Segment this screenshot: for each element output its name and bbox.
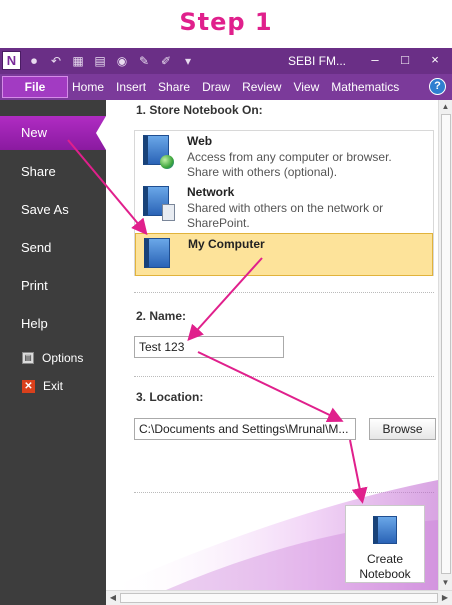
options-label: Options <box>42 351 84 365</box>
browse-button[interactable]: Browse <box>369 418 436 440</box>
tab-mathematics[interactable]: Mathematics <box>331 80 399 94</box>
sidebar-item-print[interactable]: Print <box>0 269 106 303</box>
qat-customize-icon[interactable]: ▾ <box>180 53 196 69</box>
sidebar-item-exit[interactable]: ✕ Exit <box>22 379 63 393</box>
ribbon-tab-bar: File Home Insert Share Draw Review View … <box>0 74 452 100</box>
store-location-list: Web Access from any computer or browser.… <box>134 130 434 276</box>
window-controls: – □ × <box>362 51 448 69</box>
sidebar-item-send[interactable]: Send <box>0 231 106 265</box>
step-title: Step 1 <box>179 8 273 36</box>
minimize-button[interactable]: – <box>362 51 388 69</box>
scroll-down-icon[interactable]: ▼ <box>439 576 452 590</box>
help-icon[interactable]: ? <box>429 78 446 95</box>
onenote-app-icon[interactable]: N <box>2 51 21 70</box>
create-label-line2: Notebook <box>359 567 411 581</box>
qat-undo-icon[interactable]: ↶ <box>48 53 64 69</box>
ribbon-tabs: Home Insert Share Draw Review View Mathe… <box>66 80 405 94</box>
store-option-name: Web <box>187 134 213 148</box>
store-option-network[interactable]: Network Shared with others on the networ… <box>135 182 433 232</box>
notebook-location-input[interactable] <box>134 418 356 440</box>
store-option-description: Access from any computer or browser. Sha… <box>187 150 392 179</box>
tab-draw[interactable]: Draw <box>202 80 230 94</box>
sidebar-item-options[interactable]: ▤ Options <box>22 351 83 365</box>
store-option-web[interactable]: Web Access from any computer or browser.… <box>135 131 433 181</box>
create-notebook-button[interactable]: Create Notebook <box>345 505 425 583</box>
exit-label: Exit <box>43 379 64 393</box>
close-button[interactable]: × <box>422 51 448 69</box>
options-icon: ▤ <box>22 352 34 364</box>
tab-home[interactable]: Home <box>72 80 104 94</box>
horizontal-scrollbar[interactable]: ◀ ▶ <box>106 590 452 605</box>
horizontal-scroll-thumb[interactable] <box>120 593 438 603</box>
section-divider <box>134 376 434 377</box>
backstage-sidebar: New Share Save As Send Print Help ▤ Opti… <box>0 100 106 605</box>
vertical-scrollbar[interactable]: ▲ ▼ <box>438 100 452 590</box>
name-section-title: 2. Name: <box>136 309 187 323</box>
window-title: SEBI FM... <box>288 54 347 68</box>
section-divider <box>134 292 434 293</box>
store-option-name: Network <box>187 185 235 199</box>
create-label-line1: Create <box>366 552 404 566</box>
qat-globe-icon[interactable]: ◉ <box>114 53 130 69</box>
notebook-name-input[interactable] <box>134 336 284 358</box>
scroll-left-icon[interactable]: ◀ <box>106 591 120 605</box>
tab-file[interactable]: File <box>2 76 68 98</box>
scroll-up-icon[interactable]: ▲ <box>439 100 452 114</box>
exit-icon: ✕ <box>22 379 35 393</box>
sidebar-item-share[interactable]: Share <box>0 155 106 189</box>
store-section-title: 1. Store Notebook On: <box>136 103 263 117</box>
quick-access-toolbar: ⏺ ↶ ▦ ▤ ◉ ✎ ✐ ▾ <box>26 53 196 69</box>
tab-review[interactable]: Review <box>242 80 281 94</box>
sidebar-item-new[interactable]: New <box>0 116 106 150</box>
globe-notebook-icon <box>143 135 174 169</box>
create-notebook-label: Create Notebook <box>346 552 424 582</box>
maximize-button[interactable]: □ <box>392 51 418 69</box>
location-section-title: 3. Location: <box>136 390 204 404</box>
sidebar-item-save-as[interactable]: Save As <box>0 193 106 227</box>
qat-pen-icon[interactable]: ✎ <box>136 53 152 69</box>
store-option-my-computer[interactable]: My Computer <box>135 233 433 276</box>
store-option-name: My Computer <box>188 237 265 251</box>
scroll-right-icon[interactable]: ▶ <box>438 591 452 605</box>
store-option-description: Shared with others on the network or Sha… <box>187 201 384 230</box>
tab-view[interactable]: View <box>293 80 319 94</box>
sidebar-item-help[interactable]: Help <box>0 307 106 341</box>
qat-brush-icon[interactable]: ✐ <box>158 53 174 69</box>
qat-grid-icon[interactable]: ▤ <box>92 53 108 69</box>
tab-insert[interactable]: Insert <box>116 80 146 94</box>
tab-share[interactable]: Share <box>158 80 190 94</box>
step-banner: Step 1 <box>0 0 452 48</box>
qat-page-icon[interactable]: ▦ <box>70 53 86 69</box>
notebook-icon <box>144 238 170 268</box>
vertical-scroll-thumb[interactable] <box>441 114 451 574</box>
title-bar: N ⏺ ↶ ▦ ▤ ◉ ✎ ✐ ▾ SEBI FM... – □ × <box>0 48 452 74</box>
server-notebook-icon <box>143 186 175 221</box>
notebook-icon <box>373 516 397 544</box>
qat-save-icon[interactable]: ⏺ <box>26 53 42 69</box>
